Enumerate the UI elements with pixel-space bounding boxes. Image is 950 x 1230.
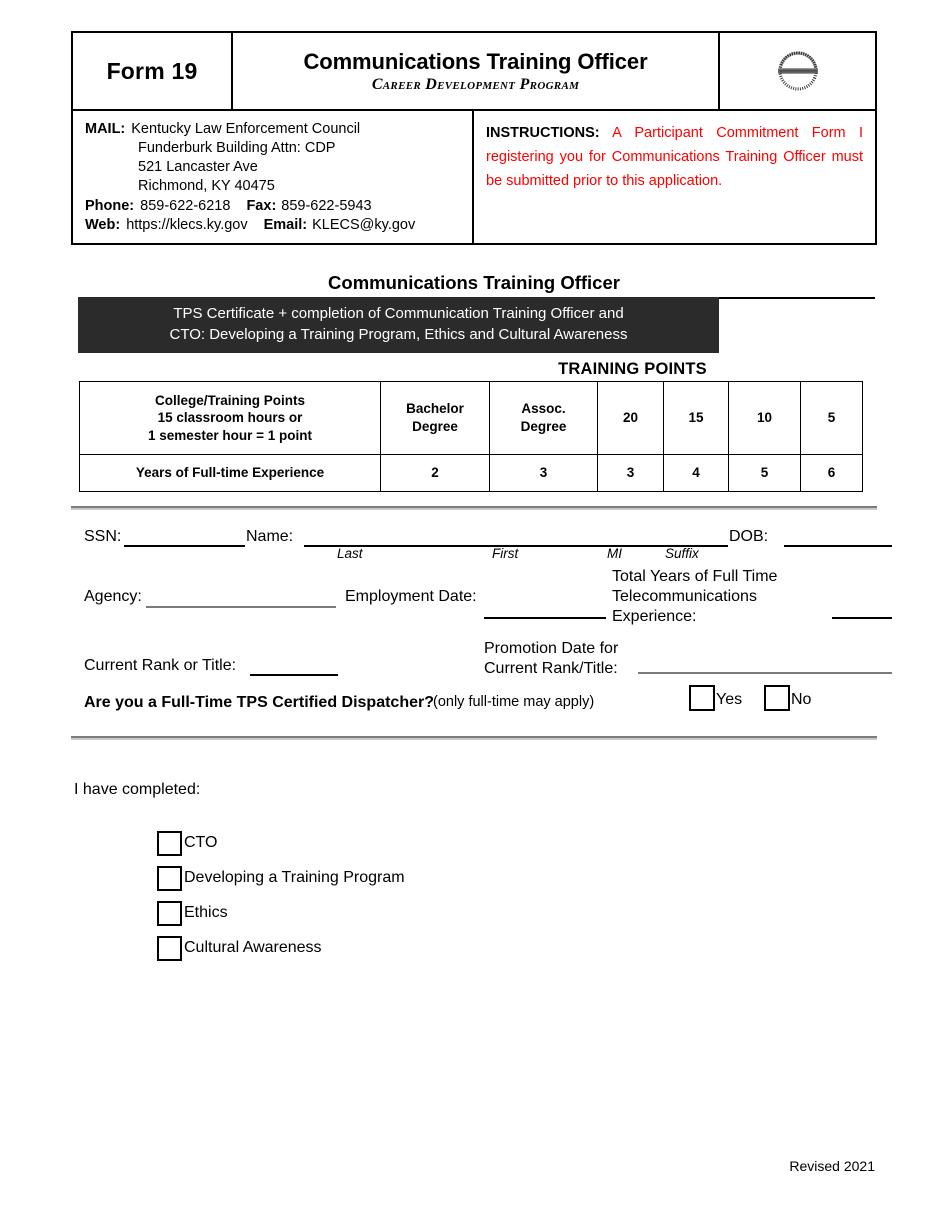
mail-line-2: Funderburk Building Attn: CDP — [85, 139, 464, 158]
section-divider-bottom — [71, 736, 877, 740]
dispatcher-note: (only full-time may apply) — [433, 694, 595, 710]
instructions-cell: INSTRUCTIONS: A Participant Commitment F… — [474, 111, 875, 243]
revision-footer: Revised 2021 — [789, 1158, 875, 1174]
table-row: College/Training Points 15 classroom hou… — [79, 381, 863, 455]
cell-years-10: 5 — [728, 454, 801, 492]
header-bottom-row: MAIL: Kentucky Law Enforcement Council F… — [73, 111, 875, 243]
phone-label: Phone: — [85, 197, 135, 214]
promotion-date-input[interactable] — [638, 672, 892, 674]
cell-years-15: 4 — [663, 454, 729, 492]
completed-label-developing-a-training-program: Developing a Training Program — [184, 869, 405, 886]
fax-value: 859-622-5943 — [281, 197, 372, 214]
current-rank-label: Current Rank or Title: — [84, 657, 237, 674]
current-rank-input[interactable] — [250, 674, 338, 676]
cell-points-5: 5 — [800, 381, 863, 455]
cell-points-10: 10 — [728, 381, 801, 455]
header-top-row: Form 19 Communications Training Officer … — [73, 33, 875, 111]
row-label-college-points: College/Training Points 15 classroom hou… — [79, 381, 381, 455]
agency-input[interactable] — [146, 606, 336, 608]
employment-date-input[interactable] — [484, 617, 606, 619]
dispatcher-yes-label: Yes — [716, 691, 743, 708]
mail-info-cell: MAIL: Kentucky Law Enforcement Council F… — [73, 111, 474, 243]
dispatcher-yes-checkbox[interactable] — [689, 685, 715, 711]
web-label: Web: — [85, 216, 121, 233]
dispatcher-no-label: No — [791, 691, 812, 708]
name-part-first: First — [492, 546, 519, 561]
name-part-suffix: Suffix — [665, 546, 699, 561]
name-label: Name: — [246, 528, 294, 545]
form-subtitle: Career Development Program — [371, 76, 580, 94]
completed-label-ethics: Ethics — [184, 904, 228, 921]
section-divider-top — [71, 506, 877, 510]
phone-value: 859-622-6218 — [140, 197, 231, 214]
ssn-input[interactable] — [124, 545, 245, 547]
requirements-banner: TPS Certificate + completion of Communic… — [78, 297, 719, 353]
mail-line-3: 521 Lancaster Ave — [85, 158, 464, 177]
cdp-seal-icon — [766, 40, 829, 102]
dob-label: DOB: — [729, 528, 769, 545]
cell-assoc-degree: Assoc. Degree — [489, 381, 598, 455]
phone-fax-line: Phone: 859-622-6218 Fax: 859-622-5943 — [85, 197, 464, 216]
section-title: Communications Training Officer — [328, 272, 620, 293]
instructions-label: INSTRUCTIONS: — [486, 125, 600, 141]
completed-label-cto: CTO — [184, 834, 218, 851]
training-points-heading: TRAINING POINTS — [558, 360, 707, 378]
employment-date-label: Employment Date: — [345, 588, 477, 605]
total-years-input[interactable] — [832, 617, 892, 619]
promotion-date-label: Promotion Date for Current Rank/Title: — [484, 640, 619, 678]
name-part-last: Last — [337, 546, 363, 561]
form-number-cell: Form 19 — [73, 33, 233, 109]
completed-checkbox-cultural-awareness[interactable] — [157, 936, 182, 961]
mail-city-state-zip: Richmond, KY 40475 — [138, 178, 275, 195]
cell-years-5: 6 — [800, 454, 863, 492]
cell-points-15: 15 — [663, 381, 729, 455]
web-value[interactable]: https://klecs.ky.gov — [126, 216, 247, 235]
instructions-body: INSTRUCTIONS: A Participant Commitment F… — [486, 121, 863, 193]
cell-years-bachelor: 2 — [380, 454, 490, 492]
email-value[interactable]: KLECS@ky.gov — [312, 216, 415, 235]
ssn-label: SSN: — [84, 528, 122, 545]
mail-label: MAIL: — [85, 121, 126, 137]
cell-points-20: 20 — [597, 381, 664, 455]
cell-bachelor-degree: Bachelor Degree — [380, 381, 490, 455]
row-label-years-experience: Years of Full-time Experience — [79, 454, 381, 492]
fax-label: Fax: — [246, 197, 277, 214]
dispatcher-no-checkbox[interactable] — [764, 685, 790, 711]
mail-street: 521 Lancaster Ave — [138, 159, 258, 176]
cell-years-assoc: 3 — [489, 454, 598, 492]
completed-checkbox-ethics[interactable] — [157, 901, 182, 926]
email-label: Email: — [263, 216, 308, 233]
completed-checkbox-cto[interactable] — [157, 831, 182, 856]
total-years-label: Total Years of Full Time Telecommunicati… — [612, 568, 778, 626]
form-page: Form 19 Communications Training Officer … — [0, 0, 950, 1230]
completed-label-cultural-awareness: Cultural Awareness — [184, 939, 322, 956]
mail-building: Funderburk Building Attn: CDP — [138, 140, 336, 157]
training-points-table: College/Training Points 15 classroom hou… — [79, 381, 863, 492]
web-email-line: Web: https://klecs.ky.gov Email: KLECS@k… — [85, 216, 464, 235]
name-part-mi: MI — [607, 546, 622, 561]
dispatcher-question: Are you a Full-Time TPS Certified Dispat… — [84, 694, 434, 711]
completed-checkbox-developing-a-training-program[interactable] — [157, 866, 182, 891]
form-title-cell: Communications Training Officer Career D… — [233, 33, 720, 109]
form-title: Communications Training Officer — [303, 48, 648, 74]
completed-heading: I have completed: — [74, 781, 201, 798]
dob-input[interactable] — [784, 545, 892, 547]
requirements-text: TPS Certificate + completion of Communic… — [169, 305, 628, 344]
table-row: Years of Full-time Experience 2 3 3 4 5 … — [79, 454, 863, 492]
cell-years-20: 3 — [597, 454, 664, 492]
form-number: Form 19 — [106, 57, 198, 84]
agency-label: Agency: — [84, 588, 142, 605]
mail-line-1: MAIL: Kentucky Law Enforcement Council — [85, 120, 464, 139]
logo-cell — [720, 33, 875, 109]
mail-org: Kentucky Law Enforcement Council — [131, 121, 361, 137]
header-box: Form 19 Communications Training Officer … — [71, 31, 877, 245]
mail-line-4: Richmond, KY 40475 — [85, 177, 464, 196]
